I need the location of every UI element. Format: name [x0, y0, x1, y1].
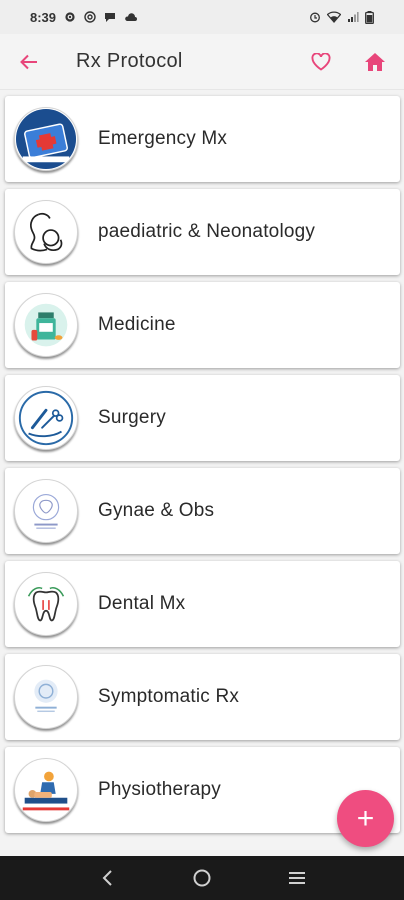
add-button[interactable]: +: [337, 790, 394, 847]
category-label: Emergency Mx: [98, 128, 228, 149]
system-nav-bar: [0, 856, 404, 900]
status-right: [309, 10, 374, 24]
favorite-button[interactable]: [306, 47, 336, 77]
category-label: Symptomatic Rx: [98, 686, 240, 707]
gear-icon: [65, 12, 75, 22]
add-icon: +: [356, 801, 375, 835]
avatar: [14, 386, 78, 450]
arrow-left-icon: [20, 54, 37, 69]
signal-icon: [348, 12, 359, 22]
home-nav-icon: [193, 869, 211, 887]
category-label: Gynae & Obs: [98, 500, 215, 521]
gynae-logo-icon: [15, 480, 77, 542]
home-button[interactable]: [360, 47, 390, 77]
category-card-emergency[interactable]: Emergency Mx: [5, 96, 400, 182]
chat-icon: [105, 13, 116, 22]
avatar: [14, 200, 78, 264]
category-card-gynae[interactable]: Gynae & Obs: [5, 468, 400, 554]
physiotherapy-icon: [15, 759, 77, 821]
category-label: paediatric & Neonatology: [98, 221, 316, 242]
status-left: 8:39: [30, 9, 138, 25]
emergency-kit-icon: [15, 108, 77, 170]
status-time: 8:39: [30, 9, 57, 25]
mother-baby-icon: [15, 201, 77, 263]
nav-recents-button[interactable]: [277, 858, 317, 898]
surgery-tools-icon: [15, 387, 77, 449]
nav-home-button[interactable]: [182, 858, 222, 898]
category-label: Medicine: [98, 314, 176, 335]
heart-icon: [311, 52, 331, 71]
status-bar: 8:39: [0, 0, 404, 34]
home-icon: [365, 52, 385, 71]
tooth-icon: [15, 573, 77, 635]
category-card-symptomatic[interactable]: Symptomatic Rx: [5, 654, 400, 740]
recents-nav-icon: [288, 872, 305, 884]
avatar: [14, 665, 78, 729]
category-card-surgery[interactable]: Surgery: [5, 375, 400, 461]
back-nav-icon: [102, 870, 113, 886]
cloud-icon: [125, 13, 138, 21]
wifi-icon: [327, 11, 341, 23]
avatar: [14, 293, 78, 357]
avatar: [14, 479, 78, 543]
category-card-dental[interactable]: Dental Mx: [5, 561, 400, 647]
at-sign-icon: [84, 11, 96, 23]
back-button[interactable]: [14, 47, 44, 77]
category-card-paediatric[interactable]: paediatric & Neonatology: [5, 189, 400, 275]
nav-back-button[interactable]: [87, 858, 127, 898]
avatar: [14, 572, 78, 636]
avatar: [14, 758, 78, 822]
medicine-bottle-icon: [15, 294, 77, 356]
alarm-icon: [310, 12, 320, 23]
category-card-medicine[interactable]: Medicine: [5, 282, 400, 368]
category-label: Surgery: [98, 407, 166, 428]
page-title: Rx Protocol: [76, 50, 183, 72]
app-bar: Rx Protocol: [0, 34, 404, 90]
category-list: Emergency Mx paediatric & Neonatology Me…: [0, 90, 404, 833]
category-label: Physiotherapy: [98, 779, 222, 800]
battery-icon: [365, 10, 374, 24]
avatar: [14, 107, 78, 171]
category-label: Dental Mx: [98, 593, 186, 614]
app-bar-actions: [306, 47, 390, 77]
symptomatic-logo-icon: [15, 666, 77, 728]
